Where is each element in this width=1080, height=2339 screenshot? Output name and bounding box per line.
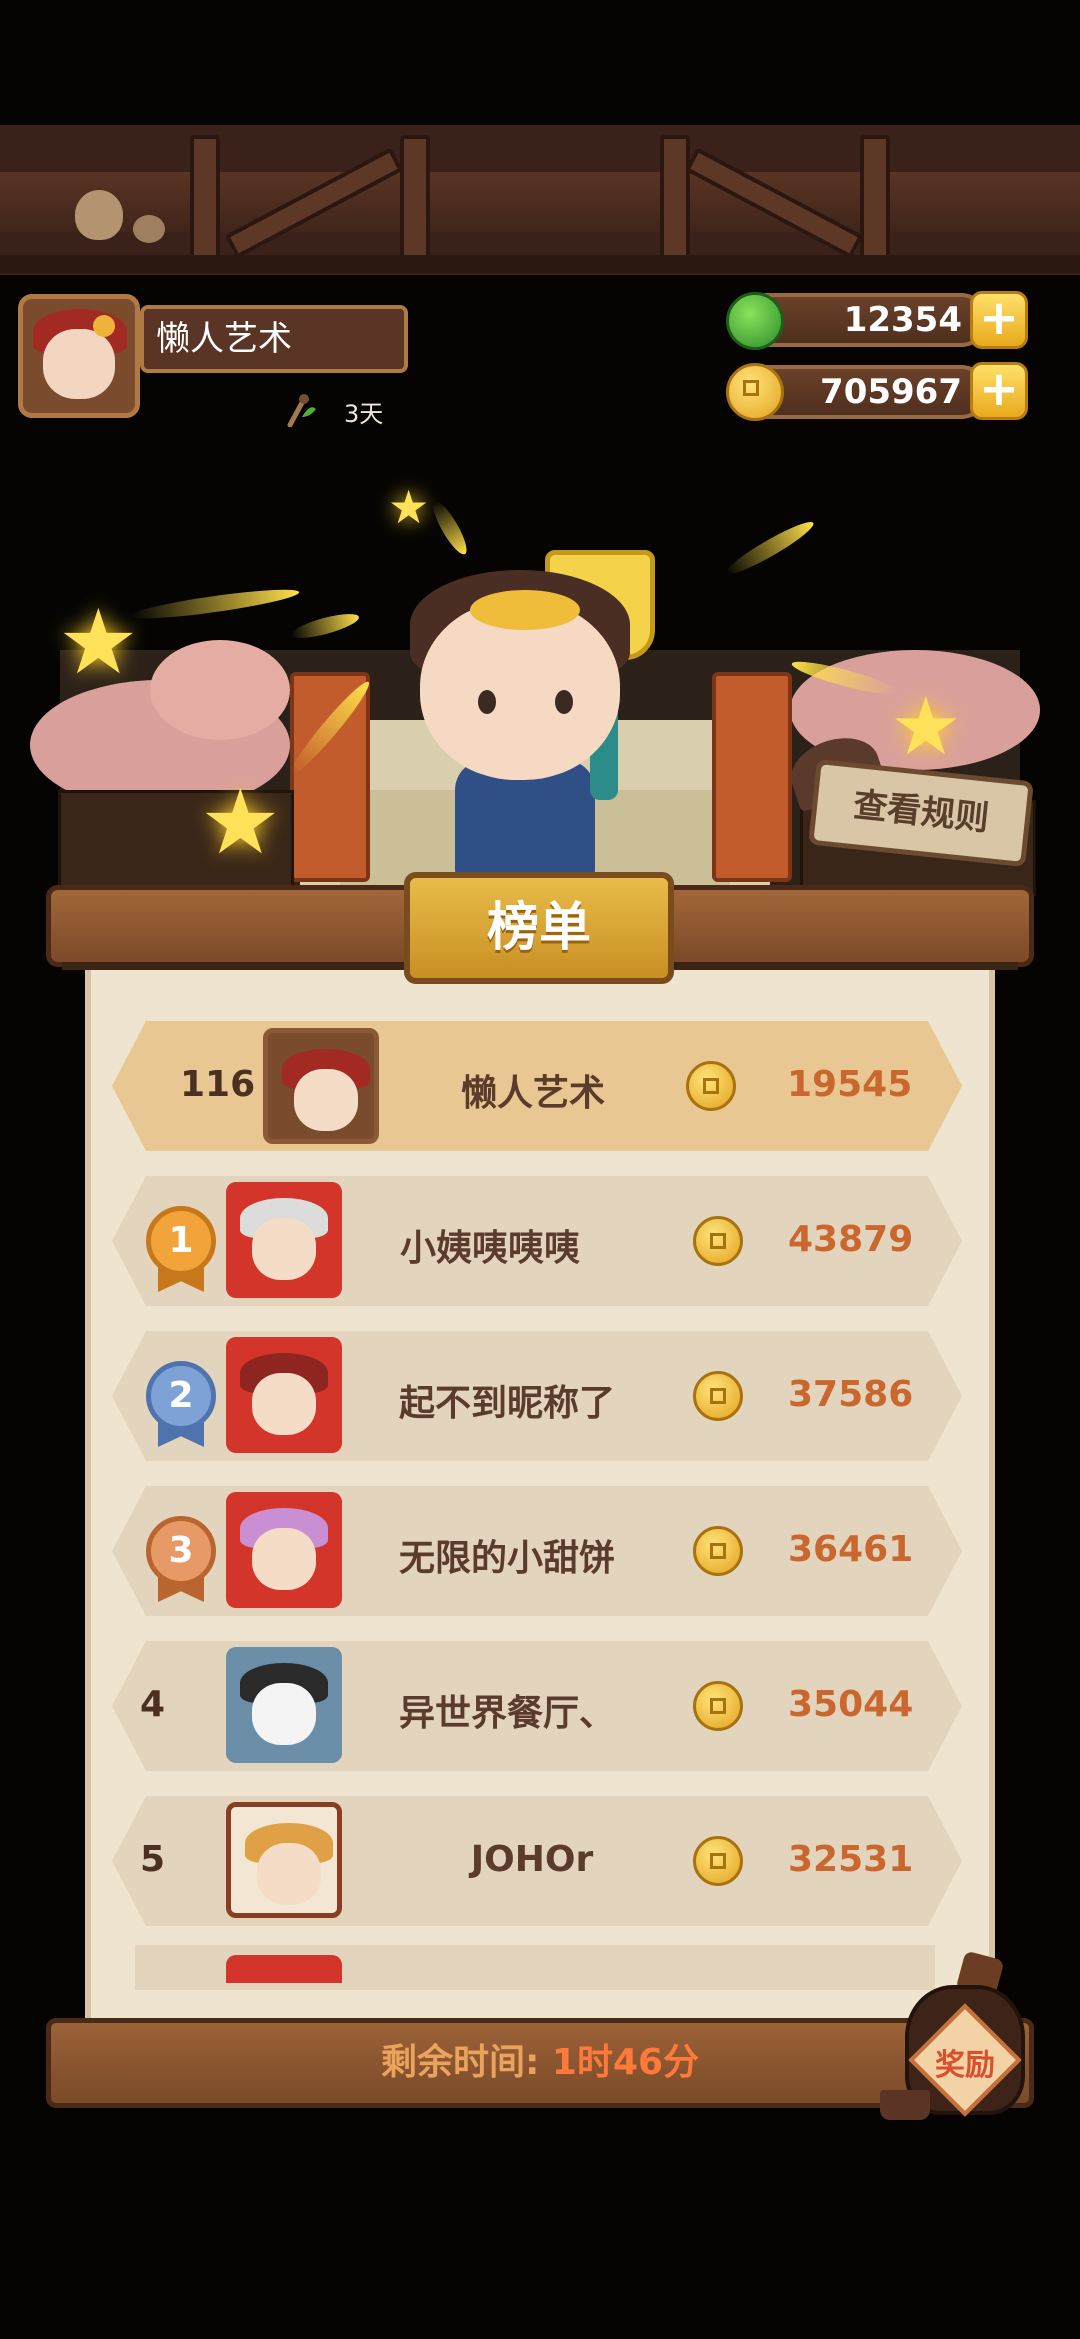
my-score: 19545 [787, 1064, 913, 1105]
coin-icon [686, 1061, 736, 1111]
sparkle-streak [289, 609, 361, 643]
roof-post [400, 135, 430, 263]
timer-label: 剩余时间: [380, 2042, 552, 2083]
add-jade-button[interactable]: + [970, 291, 1028, 349]
player-score: 32531 [788, 1839, 914, 1880]
roof-post [660, 135, 690, 263]
player-name: 懒人艺术 [140, 305, 408, 373]
coin-icon [693, 1526, 743, 1576]
hero-eye [555, 690, 573, 714]
roof-post [860, 135, 890, 263]
avatar [226, 1955, 342, 1983]
sparkle-streak [129, 584, 301, 624]
hero-crown [470, 590, 580, 630]
sparkle-streak [428, 498, 472, 558]
chick-decoration [75, 190, 123, 240]
add-coins-button[interactable]: + [970, 362, 1028, 420]
player-score: 37586 [788, 1374, 914, 1415]
coin-icon [693, 1836, 743, 1886]
chick-decoration [133, 215, 165, 243]
star-icon: ★ [200, 770, 281, 875]
reward-label[interactable]: 奖励 [905, 2040, 1025, 2084]
player-score: 36461 [788, 1529, 914, 1570]
coin-icon [693, 1371, 743, 1421]
leaderboard-title: 榜单 [404, 872, 674, 984]
coin-icon [693, 1681, 743, 1731]
cup-icon [880, 2090, 930, 2120]
player-avatar[interactable] [18, 294, 140, 418]
player-score: 43879 [788, 1219, 914, 1260]
hero-eye [478, 690, 496, 714]
jade-icon [726, 292, 784, 350]
coin-icon [693, 1216, 743, 1266]
status-days: 3天 [344, 400, 384, 428]
stage-pillar [712, 672, 792, 882]
coin-icon [726, 363, 784, 421]
player-score: 35044 [788, 1684, 914, 1725]
blossom-tree [150, 640, 290, 740]
roof-edge [0, 255, 1080, 273]
star-icon: ★ [388, 480, 430, 534]
sprout-icon [287, 394, 316, 427]
star-icon: ★ [890, 680, 962, 773]
timer-value: 1时46分 [551, 2042, 700, 2083]
roof-post [190, 135, 220, 263]
sparkle-streak [722, 516, 818, 580]
star-icon: ★ [58, 590, 139, 695]
